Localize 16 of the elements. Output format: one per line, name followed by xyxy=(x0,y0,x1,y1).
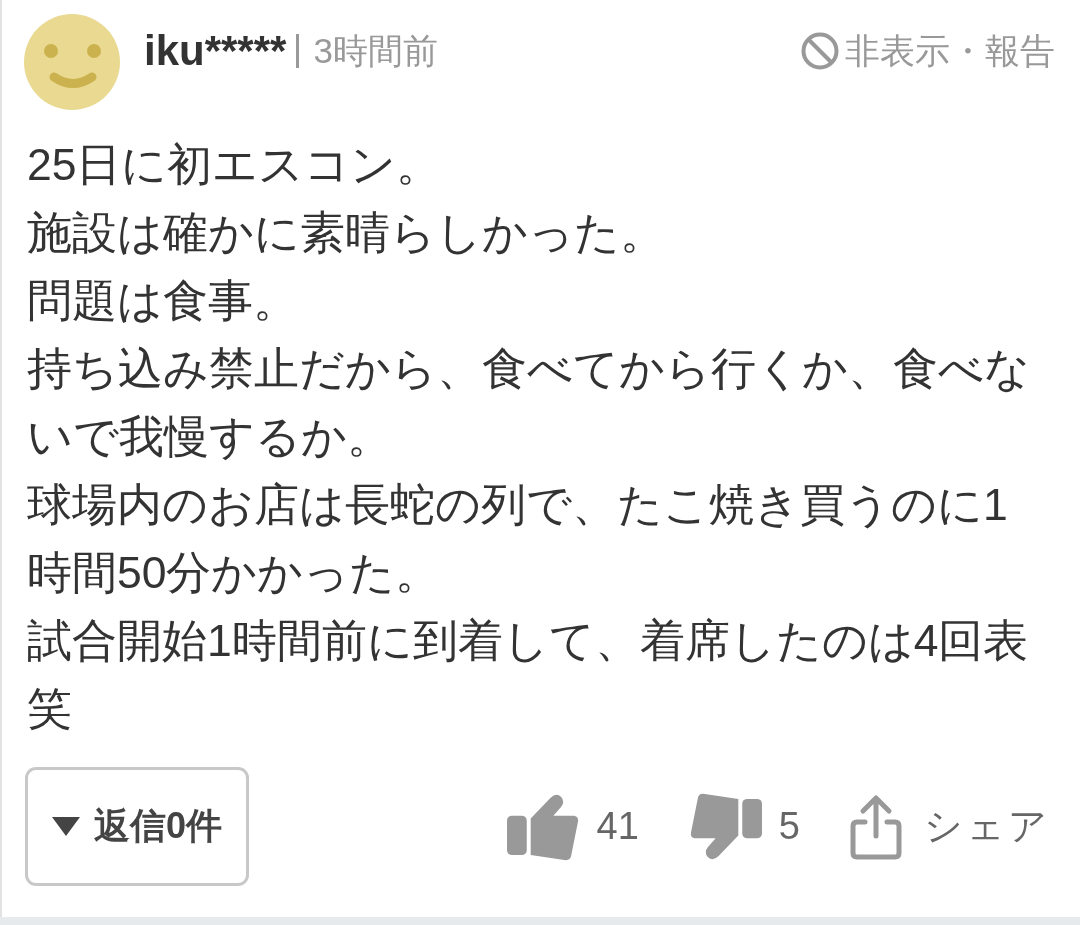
post-time: 3時間前 xyxy=(313,30,438,72)
comment-text: 25日に初エスコン。 xyxy=(27,139,443,191)
comment-text: 施設は確かに素晴らしかった。 xyxy=(27,207,666,259)
share-button[interactable]: シェア xyxy=(850,793,1050,860)
username: iku***** xyxy=(144,26,287,76)
comment-text: 球場内のお店は長蛇の列で、たこ焼き買うのに1時間50分かかった。 xyxy=(27,479,1009,599)
thumbs-down-icon xyxy=(688,791,762,862)
comment-text: 問題は食事。 xyxy=(27,275,299,327)
share-icon xyxy=(850,793,902,860)
dislike-button[interactable]: 5 xyxy=(688,791,800,862)
comment-text: 試合開始1時間前に到着して、着席したのは4回表笑 xyxy=(27,615,1030,735)
comment-text: 持ち込み禁止だから、食べてから行くか、食べないで我慢するか。 xyxy=(27,343,1031,463)
prohibited-icon xyxy=(801,32,839,70)
smiley-avatar-icon xyxy=(24,14,120,110)
like-button[interactable]: 41 xyxy=(506,791,639,862)
replies-button[interactable]: 返信0件 xyxy=(25,767,249,886)
